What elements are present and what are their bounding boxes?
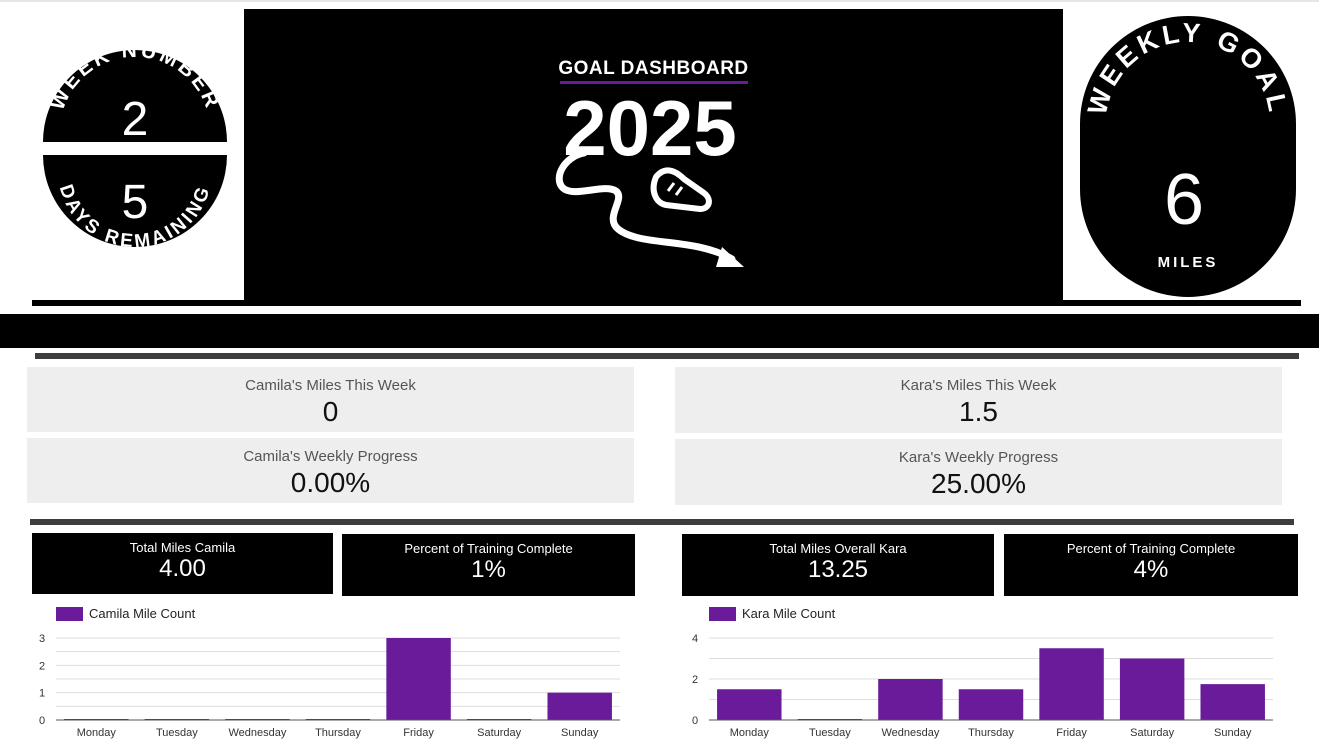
legend-swatch	[56, 606, 83, 621]
camila-progress-value: 0.00%	[290, 467, 371, 498]
x-tick-label: Saturday	[1130, 727, 1175, 739]
top-divider	[0, 0, 1319, 2]
camila-training-label: Percent of Training Complete	[404, 541, 573, 556]
hero-banner: GOAL DASHBOARD 2025	[244, 9, 1063, 300]
weekly-goal-unit: MILES	[1158, 254, 1219, 271]
weekly-goal-badge: WEEKLY GOAL 6 MILES	[1080, 16, 1296, 297]
kara-progress-label: Kara's Weekly Progress	[898, 449, 1059, 466]
bar-thursday[interactable]	[958, 689, 1024, 720]
weekly-goal-value: 6	[1164, 160, 1204, 240]
x-tick-label: Thursday	[315, 727, 361, 739]
camila-training-value: 1%	[471, 556, 506, 583]
camila-mile-chart: 0 1 2 3 Monday Tuesday Wednesday Thursday Friday…	[39, 633, 620, 739]
black-banner-bar	[0, 314, 1319, 348]
week-number-value: 2	[122, 93, 149, 146]
camila-total-card: Total Miles Camila 4.00	[32, 533, 333, 594]
x-tick-label: Sunday	[1214, 727, 1252, 739]
x-tick-label: Tuesday	[156, 727, 198, 739]
kara-miles-week-value: 1.5	[959, 396, 998, 427]
y-tick-label: 2	[39, 660, 45, 672]
bar-saturday[interactable]	[1119, 658, 1185, 721]
kara-total-card: Total Miles Overall Kara 13.25	[682, 534, 994, 596]
camila-training-card: Percent of Training Complete 1%	[342, 534, 635, 596]
y-tick-label: 1	[39, 688, 45, 700]
y-tick-label: 0	[39, 715, 45, 727]
bar-friday[interactable]	[1039, 648, 1104, 720]
kara-chart-legend: Kara Mile Count	[709, 606, 835, 621]
camila-miles-week-value: 0	[322, 396, 339, 427]
camila-total-value: 4.00	[159, 555, 206, 582]
kara-total-value: 13.25	[807, 556, 869, 583]
x-tick-label: Sunday	[561, 727, 599, 739]
camila-miles-week-card: Camila's Miles This Week 0	[27, 367, 634, 432]
y-tick-label: 4	[692, 633, 698, 645]
x-tick-label: Wednesday	[228, 727, 286, 739]
x-tick-label: Friday	[403, 727, 434, 739]
hero-year: 2025	[563, 87, 737, 172]
legend-swatch	[709, 606, 736, 621]
kara-progress-card: Kara's Weekly Progress 25.00%	[675, 439, 1282, 505]
bar-sunday[interactable]	[547, 692, 612, 720]
section-divider-2	[30, 519, 1294, 525]
header-divider	[32, 300, 1301, 306]
camila-progress-label: Camila's Weekly Progress	[243, 448, 418, 465]
kara-training-label: Percent of Training Complete	[1066, 541, 1236, 556]
days-remaining-value: 5	[122, 176, 149, 229]
dashboard-title: GOAL DASHBOARD	[558, 58, 749, 79]
section-divider	[35, 353, 1299, 359]
x-tick-label: Saturday	[477, 727, 522, 739]
kara-mile-chart: 0 2 4 Monday Tuesday Wednesday Thursday Friday S…	[692, 633, 1273, 739]
week-badge: WEEK NUMBER 2 5 DAYS REMAINING	[43, 40, 227, 253]
y-tick-label: 2	[692, 674, 698, 686]
kara-training-card: Percent of Training Complete 4%	[1004, 534, 1298, 596]
bar-sunday[interactable]	[1200, 684, 1265, 720]
camila-progress-card: Camila's Weekly Progress 0.00%	[27, 438, 634, 503]
kara-miles-week-label: Kara's Miles This Week	[900, 377, 1057, 394]
x-tick-label: Tuesday	[809, 727, 851, 739]
camila-total-label: Total Miles Camila	[129, 540, 236, 555]
x-tick-label: Monday	[77, 727, 117, 739]
x-tick-label: Wednesday	[881, 727, 939, 739]
bar-wednesday[interactable]	[878, 679, 943, 720]
legend-label: Camila Mile Count	[89, 606, 196, 621]
x-tick-label: Friday	[1056, 727, 1087, 739]
camila-miles-week-label: Camila's Miles This Week	[245, 377, 416, 394]
bar-monday[interactable]	[717, 689, 782, 720]
x-tick-label: Monday	[730, 727, 770, 739]
x-tick-label: Thursday	[968, 727, 1014, 739]
y-tick-label: 0	[692, 715, 698, 727]
bar-friday[interactable]	[386, 638, 451, 720]
title-underline	[560, 81, 748, 84]
kara-total-label: Total Miles Overall Kara	[769, 541, 907, 556]
y-tick-label: 3	[39, 633, 45, 645]
camila-chart-legend: Camila Mile Count	[56, 606, 195, 621]
legend-label: Kara Mile Count	[742, 606, 836, 621]
kara-progress-value: 25.00%	[931, 468, 1026, 499]
kara-miles-week-card: Kara's Miles This Week 1.5	[675, 367, 1282, 433]
kara-training-value: 4%	[1133, 556, 1169, 583]
running-shoe-path-icon: 2025	[555, 87, 744, 267]
